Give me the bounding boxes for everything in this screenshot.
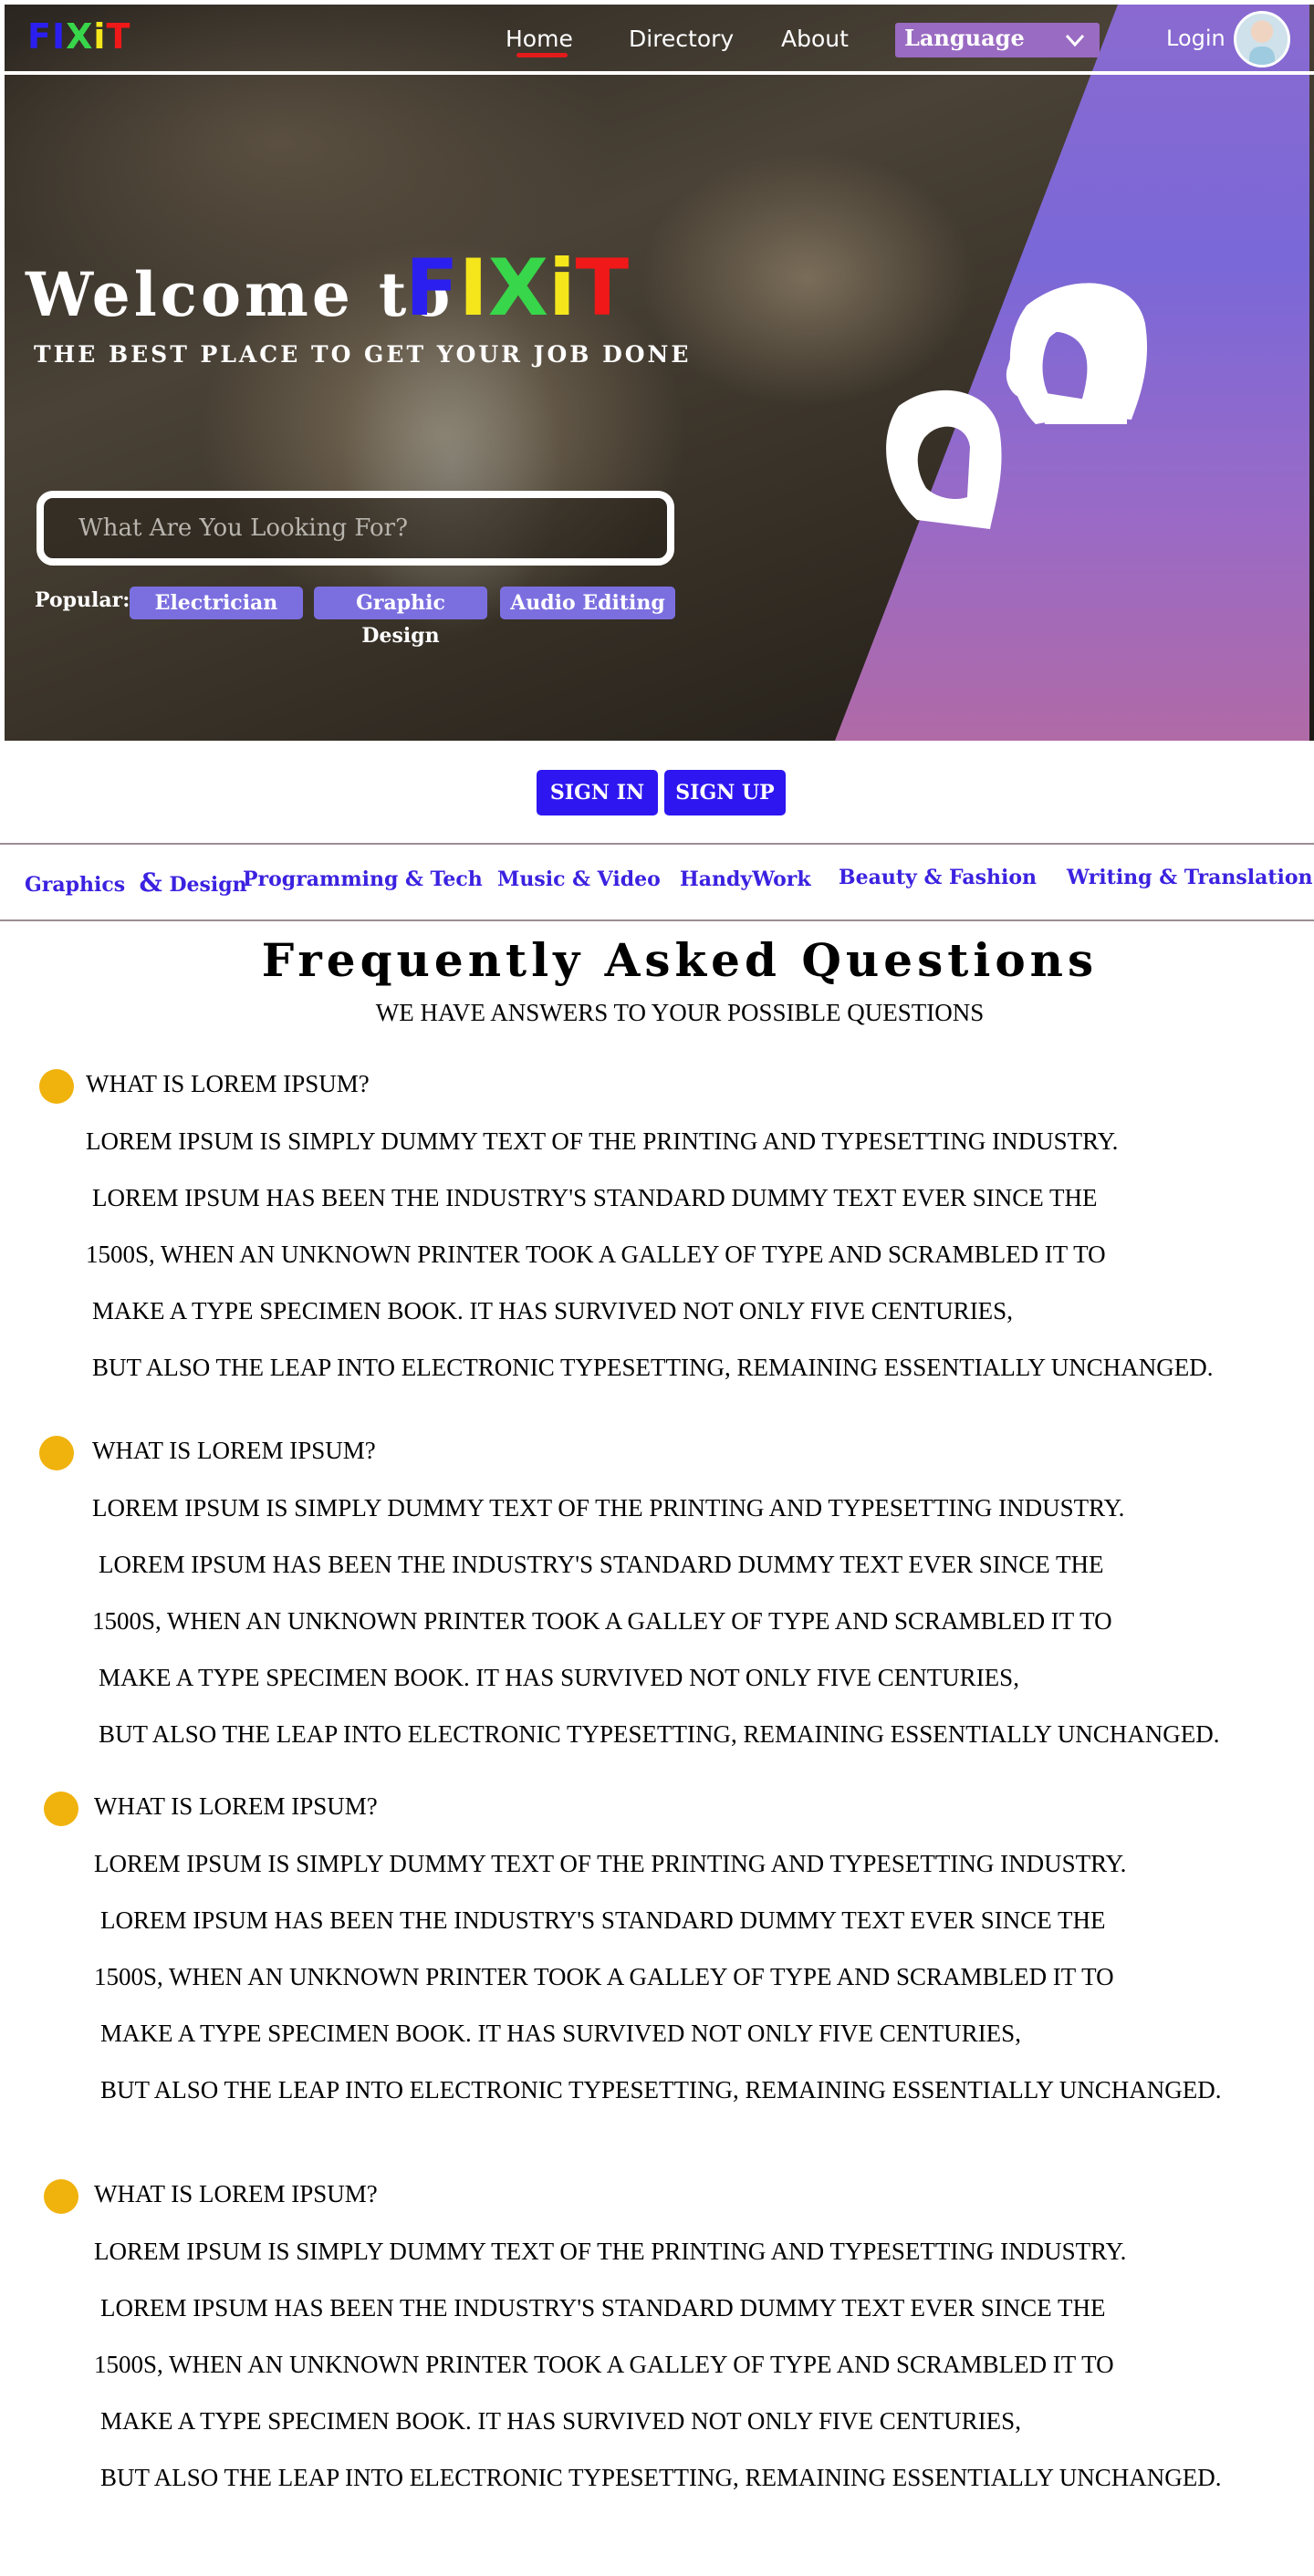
faq-answer-line: LOREM IPSUM IS SIMPLY DUMMY TEXT OF THE … [92,1494,1125,1522]
hero-welcome: Welcome to [26,259,454,330]
faq-answer-line: MAKE A TYPE SPECIMEN BOOK. IT HAS SURVIV… [99,1664,1019,1691]
category-design-label: Design [169,873,247,897]
category-music-video[interactable]: Music & Video [497,867,661,891]
search-input[interactable] [44,498,667,558]
faq-question[interactable]: WHAT IS LOREM IPSUM? [86,1070,370,1098]
avatar-body [1249,47,1275,65]
popular-tag-electrician[interactable]: Electrician [130,587,303,619]
language-select[interactable]: Language [895,23,1100,57]
faq-answer-line: 1500S, WHEN AN UNKNOWN PRINTER TOOK A GA… [92,1607,1112,1635]
faq-answer-line: 1500S, WHEN AN UNKNOWN PRINTER TOOK A GA… [94,1963,1114,1990]
faq-answer-line: MAKE A TYPE SPECIMEN BOOK. IT HAS SURVIV… [100,2020,1021,2047]
popular-tag-audio-editing[interactable]: Audio Editing [500,587,675,619]
faq-answer-line: LOREM IPSUM IS SIMPLY DUMMY TEXT OF THE … [94,2238,1127,2265]
faq-answer-line: 1500S, WHEN AN UNKNOWN PRINTER TOOK A GA… [86,1241,1106,1268]
hero-logo-letter: i [548,243,576,334]
login-link[interactable]: Login [1166,26,1225,51]
faq-question[interactable]: WHAT IS LOREM IPSUM? [94,1792,378,1821]
chevron-down-icon [1065,34,1085,47]
nav-active-indicator [516,53,568,57]
category-ampersand: & [139,867,162,898]
site-logo[interactable]: FIXiT [27,16,130,57]
faq-answer-line: BUT ALSO THE LEAP INTO ELECTRONIC TYPESE… [92,1354,1214,1381]
nav-about[interactable]: About [781,26,849,52]
header-divider [0,71,1314,75]
logo-letter: I [51,16,67,57]
logo-letter: T [106,16,131,57]
hero-decorative-quote-icon [886,283,1148,529]
faq-title: Frequently Asked Questions [261,933,1099,987]
category-graphics-label: Graphics [25,873,126,897]
logo-letter: F [27,16,52,57]
faq-answer-line: MAKE A TYPE SPECIMEN BOOK. IT HAS SURVIV… [100,2407,1021,2435]
sign-in-button[interactable]: SIGN IN [537,770,658,815]
faq-question[interactable]: WHAT IS LOREM IPSUM? [92,1437,376,1465]
faq-answer-line: LOREM IPSUM HAS BEEN THE INDUSTRY'S STAN… [92,1184,1098,1211]
category-programming-tech[interactable]: Programming & Tech [243,867,483,891]
sign-up-button[interactable]: SIGN UP [664,770,786,815]
hero-logo-letter: F [405,243,459,334]
category-handywork[interactable]: HandyWork [680,867,811,891]
hero-logo: FIXiT [405,243,629,334]
faq-answer-line: LOREM IPSUM IS SIMPLY DUMMY TEXT OF THE … [94,1850,1127,1877]
faq-answer-line: LOREM IPSUM HAS BEEN THE INDUSTRY'S STAN… [100,1906,1106,1934]
faq-answer-line: BUT ALSO THE LEAP INTO ELECTRONIC TYPESE… [100,2464,1222,2491]
popular-tag-graphic-design[interactable]: Graphic Design [314,587,487,648]
faq-bullet-icon [44,1792,78,1826]
category-divider-top [0,843,1314,845]
category-graphics-design[interactable]: Graphics & Design [25,867,247,898]
faq-question[interactable]: WHAT IS LOREM IPSUM? [94,2180,378,2208]
faq-subtitle: WE HAVE ANSWERS TO YOUR POSSIBLE QUESTIO… [375,999,985,1026]
hero-logo-letter: I [458,243,488,334]
search-box[interactable] [36,491,674,566]
faq-answer-line: MAKE A TYPE SPECIMEN BOOK. IT HAS SURVIV… [92,1297,1013,1324]
faq-answer-line: LOREM IPSUM IS SIMPLY DUMMY TEXT OF THE … [86,1127,1119,1155]
category-beauty-fashion[interactable]: Beauty & Fashion [839,866,1037,889]
hero-banner [5,5,1314,741]
faq-answer-line: LOREM IPSUM HAS BEEN THE INDUSTRY'S STAN… [99,1551,1104,1578]
hero-logo-letter: T [575,243,630,334]
faq-answer-line: BUT ALSO THE LEAP INTO ELECTRONIC TYPESE… [99,1720,1220,1748]
language-label: Language [904,25,1025,51]
faq-bullet-icon [39,1436,74,1470]
faq-answer-line: LOREM IPSUM HAS BEEN THE INDUSTRY'S STAN… [100,2294,1106,2322]
user-avatar-icon[interactable] [1234,11,1290,68]
category-divider-bottom [0,919,1314,921]
faq-answer-line: 1500S, WHEN AN UNKNOWN PRINTER TOOK A GA… [94,2351,1114,2378]
nav-home[interactable]: Home [506,26,573,52]
faq-bullet-icon [44,2179,78,2214]
faq-bullet-icon [39,1069,74,1104]
category-writing-translation[interactable]: Writing & Translation [1067,866,1313,889]
faq-answer-line: BUT ALSO THE LEAP INTO ELECTRONIC TYPESE… [100,2076,1222,2103]
popular-label: Popular: [35,588,130,612]
logo-letter: i [93,16,107,57]
hero-logo-letter: X [487,243,549,334]
hero-tagline: THE BEST PLACE TO GET YOUR JOB DONE [34,341,692,368]
nav-directory[interactable]: Directory [629,26,734,52]
logo-letter: X [66,16,94,57]
